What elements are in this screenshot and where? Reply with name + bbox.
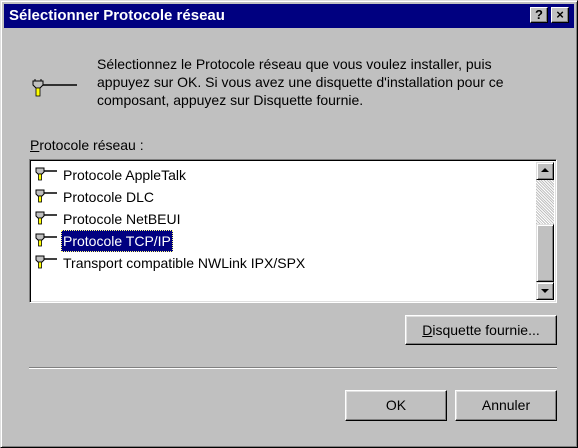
window-title: Sélectionner Protocole réseau: [9, 7, 225, 24]
vertical-scrollbar[interactable]: [536, 162, 554, 300]
triangle-up-icon: [541, 168, 549, 172]
instructions-line: composant, appuyez sur Disquette fournie…: [97, 92, 364, 108]
separator: [29, 367, 557, 369]
list-item-label: Protocole AppleTalk: [63, 167, 186, 183]
scroll-down-button[interactable]: [536, 282, 554, 300]
list-item-label: Protocole TCP/IP: [61, 230, 173, 252]
instructions-text: Sélectionnez le Protocole réseau que vou…: [97, 55, 547, 109]
have-disk-button[interactable]: Disquette fournie...: [405, 315, 557, 345]
instructions-line: Sélectionnez le Protocole réseau que vou…: [97, 56, 492, 72]
dialog-window: Sélectionner Protocole réseau ? × Sélect…: [0, 0, 578, 448]
protocol-list-label: Protocole réseau :: [30, 137, 144, 153]
protocol-icon: [35, 167, 57, 181]
close-button[interactable]: ×: [551, 7, 569, 23]
list-item-label: Transport compatible NWLink IPX/SPX: [63, 255, 306, 271]
list-item-label: Protocole DLC: [63, 189, 155, 205]
protocol-icon: [35, 211, 57, 225]
cancel-button[interactable]: Annuler: [455, 390, 557, 421]
ok-button[interactable]: OK: [345, 390, 447, 421]
network-protocol-icon: [32, 79, 77, 97]
label-accelerator: P: [30, 137, 40, 153]
button-accelerator: D: [422, 322, 433, 338]
protocol-icon: [35, 255, 57, 269]
protocol-icon: [35, 233, 57, 247]
label-text: rotocole réseau :: [39, 137, 144, 153]
scroll-thumb[interactable]: [536, 224, 554, 282]
scroll-up-button[interactable]: [536, 162, 554, 180]
protocol-icon: [35, 189, 57, 203]
instructions-line: appuyez sur OK. Si vous avez une disquet…: [97, 74, 504, 90]
help-button[interactable]: ?: [530, 7, 548, 23]
title-bar[interactable]: Sélectionner Protocole réseau ? ×: [4, 4, 574, 28]
list-item-label: Protocole NetBEUI: [63, 211, 181, 227]
protocol-listbox[interactable]: Protocole AppleTalk Protocole DLC Protoc…: [29, 159, 557, 303]
triangle-down-icon: [541, 289, 549, 293]
button-label: isquette fournie...: [432, 322, 540, 338]
